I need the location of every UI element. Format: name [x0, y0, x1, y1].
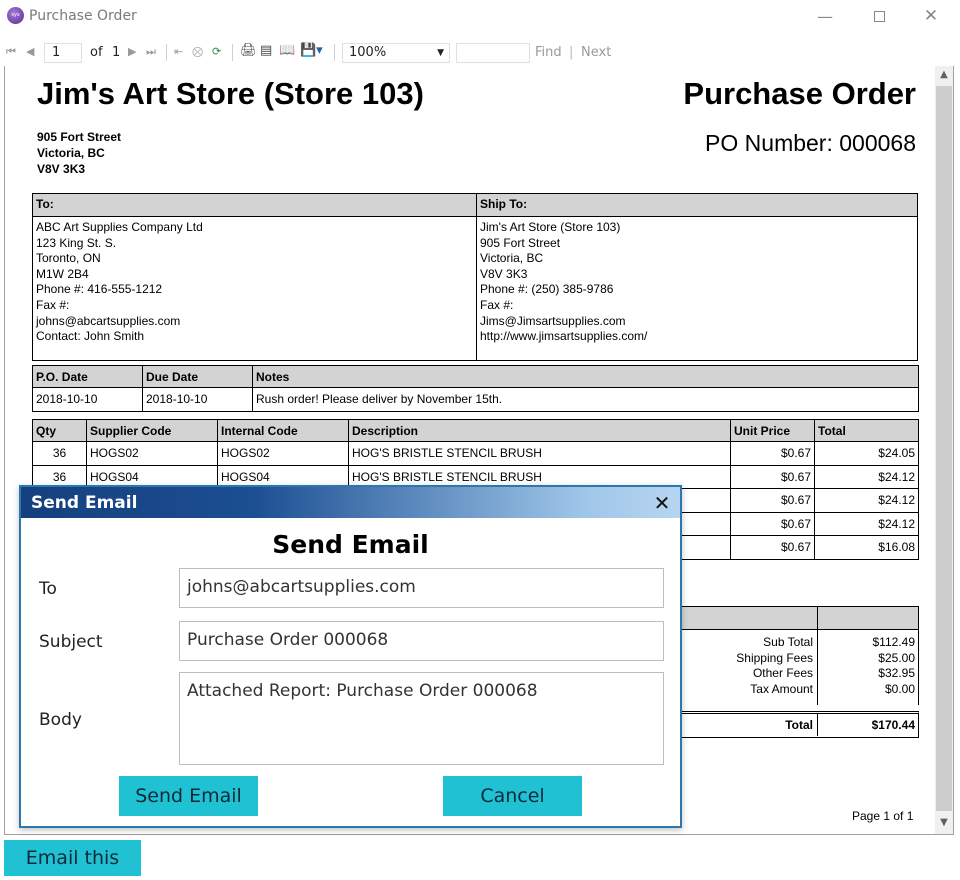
to-address: ABC Art Supplies Company Ltd 123 King St…: [36, 220, 203, 344]
first-page-icon[interactable]: ⏮: [6, 45, 16, 59]
previous-page-icon[interactable]: ◀: [26, 45, 34, 58]
dialog-close-icon[interactable]: ✕: [648, 489, 676, 517]
to-header: To:: [33, 194, 477, 216]
sub-total-value: $112.49: [872, 635, 916, 649]
cancel-button[interactable]: Cancel: [443, 776, 582, 816]
print-layout-icon[interactable]: ▤: [260, 43, 272, 58]
window-title: Purchase Order: [29, 8, 137, 24]
supplier-code-header: Supplier Code: [86, 419, 218, 442]
tax-amount-label: Tax Amount: [750, 681, 813, 696]
send-email-button[interactable]: Send Email: [119, 776, 258, 816]
dialog-title-bar[interactable]: Send Email ✕: [21, 487, 680, 518]
last-page-icon[interactable]: ⏭: [146, 45, 156, 59]
other-fees-value: $32.95: [878, 666, 915, 681]
body-field[interactable]: Attached Report: Purchase Order 000068: [179, 672, 664, 765]
next-button[interactable]: Next: [581, 45, 611, 60]
po-number: PO Number: 000068: [705, 130, 916, 156]
due-date: 2018-10-10: [142, 387, 253, 412]
grand-total-value: $170.44: [871, 718, 915, 732]
scrollbar-thumb[interactable]: [936, 86, 952, 811]
back-icon[interactable]: ⇤: [174, 45, 183, 58]
page-of-label: of: [90, 45, 103, 60]
page-total-label: 1: [112, 45, 121, 60]
grand-total-label: Total: [785, 718, 813, 732]
total-header: Total: [814, 419, 919, 442]
next-page-icon[interactable]: ▶: [128, 45, 136, 58]
shipping-fees-value: $25.00: [878, 650, 915, 665]
find-button[interactable]: Find: [535, 45, 562, 60]
window-title-bar: sys Purchase Order — ✕: [0, 0, 960, 32]
store-name: Jim's Art Store (Store 103): [37, 76, 424, 111]
to-field[interactable]: johns@abcartsupplies.com: [179, 568, 664, 608]
subject-field[interactable]: Purchase Order 000068: [179, 621, 664, 661]
po-date-header: P.O. Date: [32, 365, 143, 388]
page-number-input[interactable]: 1: [44, 43, 82, 63]
find-input[interactable]: [456, 43, 530, 63]
email-this-button[interactable]: Email this: [4, 840, 141, 876]
qty-header: Qty: [32, 419, 87, 442]
minimize-button[interactable]: —: [802, 0, 848, 32]
address-box: To: Ship To: ABC Art Supplies Company Lt…: [32, 193, 918, 361]
ship-to-header: Ship To:: [477, 194, 917, 216]
other-fees-label: Other Fees: [752, 666, 813, 681]
send-email-dialog: Send Email ✕ Send Email To johns@abcarts…: [19, 485, 682, 828]
report-toolbar: ⏮ ◀ 1 of 1 ▶ ⏭ ⇤ ⨂ ⟳ 🖨 ▤ 📖 💾▾ 100% ▼ Fin…: [4, 41, 954, 65]
subject-label: Subject: [39, 632, 103, 652]
unit-price-header: Unit Price: [730, 419, 815, 442]
grand-total-row: Total $170.44: [660, 711, 919, 738]
tax-amount-value: $0.00: [884, 681, 915, 696]
dialog-heading: Send Email: [272, 530, 429, 559]
page-setup-icon[interactable]: 📖: [279, 43, 295, 58]
ship-to-address: Jim's Art Store (Store 103) 905 Fort Str…: [480, 220, 648, 344]
po-info-table: P.O. Date Due Date Notes 2018-10-10 2018…: [32, 365, 919, 412]
refresh-icon[interactable]: ⟳: [212, 45, 221, 58]
internal-code-header: Internal Code: [217, 419, 349, 442]
document-title: Purchase Order: [683, 76, 916, 111]
notes-header: Notes: [252, 365, 919, 388]
dialog-title: Send Email: [31, 493, 138, 513]
scroll-down-icon[interactable]: ▼: [936, 814, 952, 832]
chevron-down-icon: ▼: [437, 48, 444, 58]
store-address: 905 Fort Street Victoria, BC V8V 3K3: [37, 130, 122, 176]
app-icon: sys: [7, 7, 24, 24]
export-icon[interactable]: 💾▾: [300, 43, 323, 58]
description-header: Description: [348, 419, 731, 442]
page-footer: Page 1 of 1: [852, 809, 914, 823]
maximize-button[interactable]: [856, 0, 902, 32]
zoom-select[interactable]: 100% ▼: [342, 43, 450, 63]
po-date: 2018-10-10: [32, 387, 143, 412]
totals-box: Sub Total Shipping Fees Other Fees Tax A…: [660, 629, 919, 705]
to-label: To: [39, 579, 57, 599]
due-date-header: Due Date: [142, 365, 253, 388]
scroll-up-icon[interactable]: ▲: [936, 66, 952, 84]
stop-icon[interactable]: ⨂: [192, 45, 203, 58]
sub-total-label: Sub Total: [763, 635, 813, 649]
totals-header: [660, 606, 919, 630]
table-row: 36 HOGS02 HOGS02 HOG'S BRISTLE STENCIL B…: [32, 441, 919, 466]
notes: Rush order! Please deliver by November 1…: [252, 387, 919, 412]
print-icon[interactable]: 🖨: [240, 43, 257, 58]
close-window-button[interactable]: ✕: [908, 0, 954, 32]
body-label: Body: [39, 710, 82, 730]
shipping-fees-label: Shipping Fees: [736, 650, 813, 665]
